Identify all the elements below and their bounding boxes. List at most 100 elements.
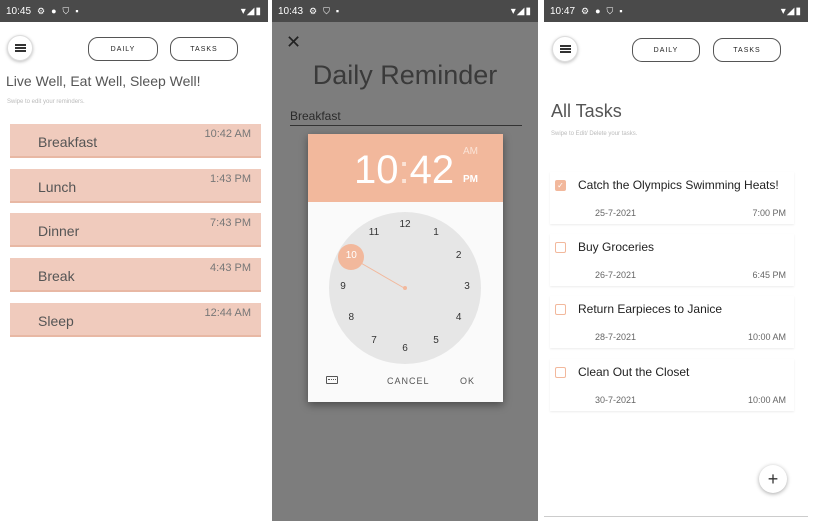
hour-display[interactable]: 10 [354,148,399,192]
task-title: Buy Groceries [578,240,655,254]
reminder-time: 10:42 AM [204,128,251,140]
reminder-card[interactable]: Sleep 12:44 AM [10,303,261,337]
task-checkbox[interactable] [555,242,566,253]
keyboard-icon[interactable] [326,376,338,384]
clock-hour-2[interactable]: 2 [449,250,469,264]
signal-battery-icon: ▾◢▮ [780,5,802,17]
clock-hour-9[interactable]: 9 [333,281,353,295]
task-date: 30-7-2021 [595,395,637,405]
sd-card-status-icon: ▪ [619,6,623,16]
minute-display[interactable]: 42 [410,148,455,192]
reminder-name: Dinner [38,223,80,239]
clock-hour-6[interactable]: 6 [395,343,415,357]
reminder-name: Breakfast [38,134,98,150]
page-title: Daily Reminder [312,60,498,90]
task-title: Return Earpieces to Janice [578,302,723,316]
task-date: 26-7-2021 [595,270,637,280]
task-title: Clean Out the Closet [578,365,690,379]
task-checkbox[interactable] [555,304,566,315]
shield-status-icon: ⛉ [323,5,330,16]
clock-face[interactable]: 12 1 2 3 4 5 6 7 8 9 10 11 [329,212,481,364]
hamburger-icon [559,45,571,53]
sd-card-status-icon: ▪ [75,6,79,16]
daily-tab-button[interactable]: DAILY [88,37,158,61]
reminder-time: 12:44 AM [204,307,251,319]
shield-status-icon: ⛉ [606,5,614,16]
menu-button[interactable] [7,35,33,61]
time-picker-header: 10:42 AM PM [308,134,503,202]
settings-status-icon: ⚙ [581,5,590,16]
clock-hour-5[interactable]: 5 [426,335,446,349]
task-item[interactable]: ✓ Catch the Olympics Swimming Heats! 25-… [550,170,794,226]
tasks-tab-button[interactable]: TASKS [170,37,238,61]
signal-battery-icon: ▾◢▮ [510,5,532,17]
reminder-card[interactable]: Lunch 1:43 PM [10,169,261,203]
notification-status-icon: ● [51,6,57,16]
reminder-card[interactable]: Dinner 7:43 PM [10,213,261,247]
reminder-name: Sleep [38,313,74,329]
dialog-actions: CANCEL OK [308,376,503,390]
signal-battery-icon: ▾◢▮ [240,5,262,17]
menu-button[interactable] [552,36,578,62]
headline: Live Well, Eat Well, Sleep Well! [6,73,201,89]
status-bar: 10:45 ⚙ ● ⛉ ▪ ▾◢▮ [0,0,268,22]
selected-time: 10:42 [354,148,455,192]
notification-status-icon: ● [595,6,601,16]
status-time: 10:47 [550,5,576,17]
task-item[interactable]: Clean Out the Closet 30-7-2021 10:00 AM [550,357,794,413]
swipe-hint: Swipe to edit your reminders. [7,99,85,105]
cancel-button[interactable]: CANCEL [387,376,430,386]
clock-hour-3[interactable]: 3 [457,281,477,295]
page-title: All Tasks [551,101,622,121]
reminder-name: Lunch [38,179,77,195]
reminder-card[interactable]: Break 4:43 PM [10,258,261,292]
reminder-time: 1:43 PM [210,173,251,185]
tasks-screen: 10:47 ⚙ ● ⛉ ▪ ▾◢▮ DAILY TASKS All Tasks … [544,0,808,521]
clock-center-dot [403,286,407,290]
task-date: 25-7-2021 [595,208,637,218]
reminder-time: 7:43 PM [210,217,251,229]
status-bar: 10:43 ⚙ ⛉ ▪ ▾◢▮ [272,0,538,22]
task-time: 6:45 PM [752,270,786,280]
task-title: Catch the Olympics Swimming Heats! [578,178,779,192]
settings-status-icon: ⚙ [37,5,46,16]
task-time: 7:00 PM [752,208,786,218]
hamburger-icon [14,44,26,52]
status-time: 10:43 [278,5,304,17]
clock-hour-11[interactable]: 11 [364,227,384,241]
task-time: 10:00 AM [747,395,786,405]
sd-card-status-icon: ▪ [335,6,340,16]
am-toggle[interactable]: AM [463,146,478,157]
task-time: 10:00 AM [747,332,786,342]
tasks-tab-button[interactable]: TASKS [713,38,781,62]
close-icon[interactable]: ✕ [286,32,301,53]
status-bar: 10:47 ⚙ ● ⛉ ▪ ▾◢▮ [544,0,808,22]
time-picker-dialog: 10:42 AM PM 12 1 2 3 4 5 6 7 8 9 10 11 CANCEL OK [308,134,503,402]
shield-status-icon: ⛉ [62,5,70,16]
add-task-button[interactable]: + [759,465,787,493]
clock-hour-10[interactable]: 10 [341,250,361,264]
pm-toggle[interactable]: PM [463,174,478,185]
reminders-screen: 10:45 ⚙ ● ⛉ ▪ ▾◢▮ DAILY TASKS Live Well,… [0,0,268,521]
clock-hour-1[interactable]: 1 [426,227,446,241]
daily-tab-button[interactable]: DAILY [632,38,700,62]
clock-hour-8[interactable]: 8 [341,312,361,326]
task-date: 28-7-2021 [595,332,637,342]
clock-hour-4[interactable]: 4 [449,312,469,326]
clock-hour-12[interactable]: 12 [395,219,415,233]
reminder-name-field[interactable]: Breakfast [290,109,522,126]
bottom-divider [544,516,808,517]
reminder-card[interactable]: Breakfast 10:42 AM [10,124,261,158]
reminder-name: Break [38,268,75,284]
settings-status-icon: ⚙ [309,5,318,16]
swipe-hint: Swipe to Edit/ Delete your tasks. [551,131,638,137]
task-checkbox[interactable]: ✓ [555,180,566,191]
status-time: 10:45 [6,5,32,17]
task-checkbox[interactable] [555,367,566,378]
reminder-time: 4:43 PM [210,262,251,274]
time-picker-screen: 10:43 ⚙ ⛉ ▪ ▾◢▮ ✕ Daily Reminder Breakfa… [272,0,538,521]
task-item[interactable]: Buy Groceries 26-7-2021 6:45 PM [550,232,794,288]
ok-button[interactable]: OK [460,376,475,386]
clock-hour-7[interactable]: 7 [364,335,384,349]
task-item[interactable]: Return Earpieces to Janice 28-7-2021 10:… [550,294,794,350]
